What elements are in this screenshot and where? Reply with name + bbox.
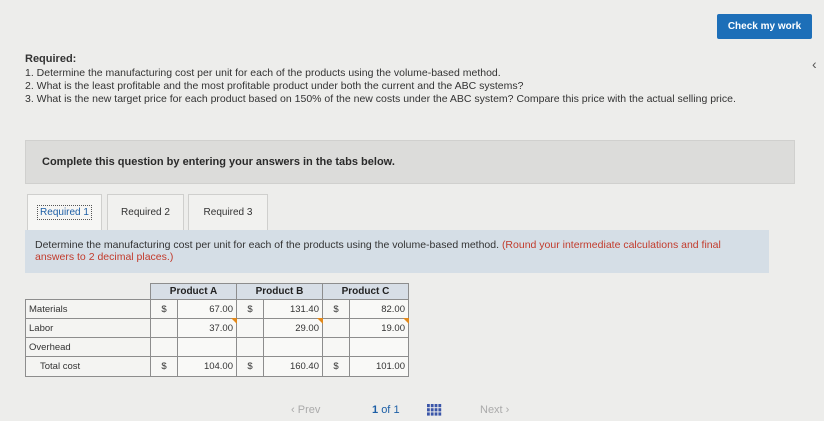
question-text: Determine the manufacturing cost per uni… xyxy=(35,239,500,251)
grid-icon-cell xyxy=(438,412,442,416)
row-label-materials: Materials xyxy=(25,299,151,319)
question-prompt: Determine the manufacturing cost per uni… xyxy=(25,230,769,273)
materials-c-currency: $ xyxy=(322,299,350,319)
labor-b-currency xyxy=(236,318,264,338)
materials-b-input[interactable]: 131.40 xyxy=(263,299,323,319)
instruction-text: Complete this question by entering your … xyxy=(42,156,395,168)
overhead-a-input[interactable] xyxy=(177,337,237,357)
required-item-1: 1. Determine the manufacturing cost per … xyxy=(25,67,501,79)
total-a-input[interactable]: 104.00 xyxy=(177,356,237,377)
total-pages: 1 xyxy=(393,404,400,416)
page-of: of xyxy=(381,404,391,416)
materials-a-input[interactable]: 67.00 xyxy=(177,299,237,319)
page-indicator: 1 of 1 xyxy=(372,404,400,416)
materials-c-input[interactable]: 82.00 xyxy=(349,299,409,319)
col-header-product-c: Product C xyxy=(322,283,409,300)
required-section: Required: 1. Determine the manufacturing… xyxy=(25,53,805,106)
tab-required-3-label: Required 3 xyxy=(203,207,253,218)
cost-table: Product A Product B Product C Materials … xyxy=(25,283,410,377)
row-label-total: Total cost xyxy=(25,356,151,377)
labor-a-input[interactable]: 37.00 xyxy=(177,318,238,338)
grid-icon-cell xyxy=(430,404,434,408)
grid-icon-cell xyxy=(434,404,438,408)
labor-c-currency xyxy=(322,318,350,338)
current-page: 1 xyxy=(372,404,379,416)
table-row-total: Total cost $ 104.00 $ 160.40 $ 101.00 xyxy=(25,356,409,377)
overhead-b-currency xyxy=(236,337,264,357)
grid-icon-cell xyxy=(430,412,434,416)
required-item-3: 3. What is the new target price for each… xyxy=(25,93,736,105)
tab-required-3[interactable]: Required 3 xyxy=(188,194,268,230)
tab-required-2-label: Required 2 xyxy=(121,207,170,218)
tab-required-1[interactable]: Required 1 xyxy=(27,194,102,230)
grid-icon-cell xyxy=(430,408,434,412)
grid-icon-cell xyxy=(427,412,430,416)
required-item-2: 2. What is the least profitable and the … xyxy=(25,80,524,92)
tab-required-2[interactable]: Required 2 xyxy=(107,194,184,230)
check-my-work-button[interactable]: Check my work xyxy=(717,14,812,39)
tab-required-1-label: Required 1 xyxy=(37,205,92,220)
grid-icon-cell xyxy=(434,408,438,412)
overhead-c-currency xyxy=(322,337,350,357)
row-label-labor: Labor xyxy=(25,318,151,338)
grid-icon-cell xyxy=(438,404,442,408)
total-c-input[interactable]: 101.00 xyxy=(349,356,409,377)
table-row-materials: Materials $ 67.00 $ 131.40 $ 82.00 xyxy=(25,299,409,319)
labor-a-currency xyxy=(150,318,178,338)
chevron-left-icon[interactable]: ‹ xyxy=(812,56,817,72)
prev-label: Prev xyxy=(297,404,321,416)
total-c-currency: $ xyxy=(322,356,350,377)
grid-icon-cell xyxy=(427,408,430,412)
prev-button[interactable]: ‹ Prev xyxy=(291,404,320,416)
grid-icon-cell xyxy=(438,408,442,412)
total-a-currency: $ xyxy=(150,356,178,377)
next-label: Next xyxy=(480,404,503,416)
table-corner xyxy=(26,284,151,300)
col-header-product-b: Product B xyxy=(236,283,323,300)
total-b-input[interactable]: 160.40 xyxy=(263,356,323,377)
materials-b-currency: $ xyxy=(236,299,264,319)
required-title: Required: xyxy=(25,53,77,65)
next-button[interactable]: Next › xyxy=(480,404,509,416)
table-row-overhead: Overhead xyxy=(25,337,409,357)
materials-a-currency: $ xyxy=(150,299,178,319)
instruction-banner: Complete this question by entering your … xyxy=(25,140,795,184)
chevron-right-icon: › xyxy=(502,404,510,416)
overhead-c-input[interactable] xyxy=(349,337,409,357)
grid-icon-cell xyxy=(427,404,430,408)
grid-icon-cell xyxy=(434,412,438,416)
overhead-b-input[interactable] xyxy=(263,337,323,357)
table-row-labor: Labor 37.00 29.00 19.00 xyxy=(25,318,410,338)
labor-c-input[interactable]: 19.00 xyxy=(349,318,410,338)
col-header-product-a: Product A xyxy=(150,283,237,300)
overhead-a-currency xyxy=(150,337,178,357)
table-header-row: Product A Product B Product C xyxy=(26,283,409,300)
chevron-left-icon: ‹ xyxy=(291,404,298,416)
total-b-currency: $ xyxy=(236,356,264,377)
row-label-overhead: Overhead xyxy=(25,337,151,357)
grid-icon[interactable] xyxy=(426,403,442,417)
labor-b-input[interactable]: 29.00 xyxy=(263,318,324,338)
